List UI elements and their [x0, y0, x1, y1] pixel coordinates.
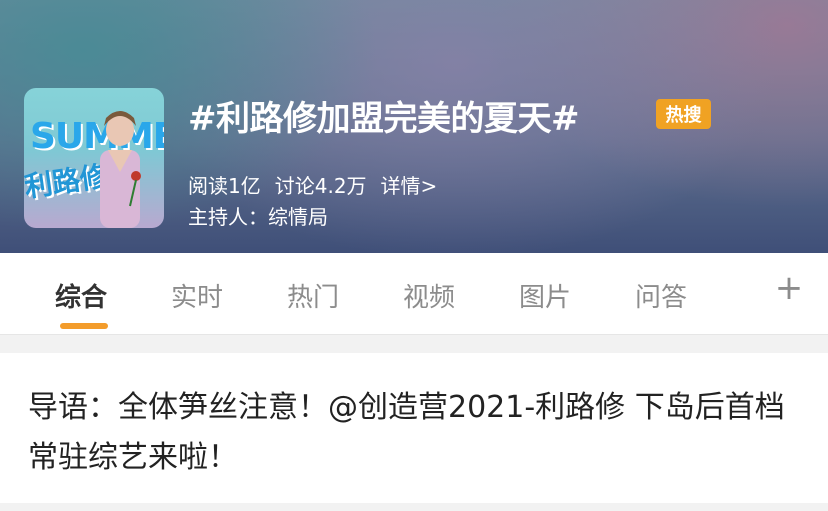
topic-title: #利路修加盟完美的夏天# [188, 99, 579, 139]
topic-host: 主持人：综情局 [188, 205, 328, 229]
discussion-count: 讨论4.2万 [274, 174, 367, 198]
add-tab-icon[interactable]: + [772, 271, 806, 305]
tab-bar: 综合 实时 热门 视频 图片 问答 + [0, 253, 828, 335]
read-count: 阅读1亿 [188, 174, 261, 198]
tab-hot[interactable]: 热门 [287, 277, 339, 314]
tab-qa[interactable]: 问答 [635, 277, 687, 314]
lead-card: 导语：全体笋丝注意！@创造营2021-利路修 下岛后首档常驻综艺来啦！ [0, 353, 828, 503]
tab-comprehensive[interactable]: 综合 [55, 277, 107, 314]
topic-header: SUMME 利路修 #利路修加盟完美的夏天# 热搜 阅读1亿 讨论4.2万 详情… [0, 0, 828, 253]
hot-search-badge: 热搜 [656, 99, 711, 129]
active-tab-indicator [60, 323, 108, 329]
tab-images[interactable]: 图片 [519, 277, 571, 314]
tab-realtime[interactable]: 实时 [171, 277, 223, 314]
cover-person-illustration [100, 111, 141, 228]
details-link[interactable]: 详情> [381, 170, 438, 199]
lead-text: 导语：全体笋丝注意！@创造营2021-利路修 下岛后首档常驻综艺来啦！ [28, 390, 785, 475]
topic-cover-image[interactable]: SUMME 利路修 [24, 88, 164, 228]
tab-video[interactable]: 视频 [403, 277, 455, 314]
topic-stats: 阅读1亿 讨论4.2万 详情> [188, 170, 437, 199]
